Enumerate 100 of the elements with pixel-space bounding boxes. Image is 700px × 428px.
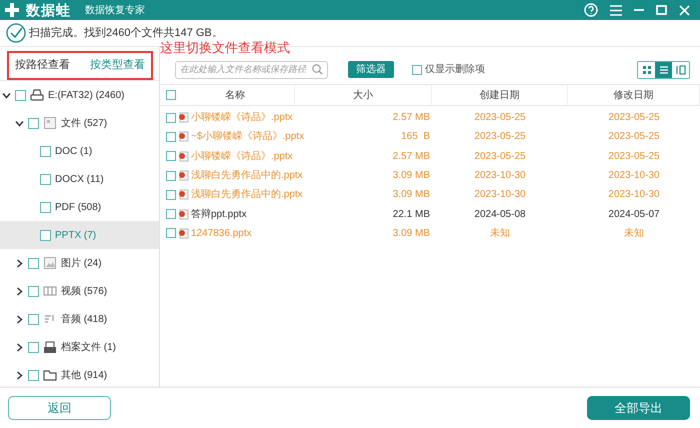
search-icon[interactable] (312, 64, 323, 75)
checkbox[interactable] (40, 230, 51, 240)
checkbox[interactable] (15, 90, 26, 100)
checkbox[interactable] (166, 190, 176, 200)
back-button[interactable]: 返回 (8, 396, 111, 420)
file-name: 浅聊白先勇作品中的.pptx (191, 168, 303, 184)
tree-label: DOCX (11) (55, 172, 104, 186)
checkbox[interactable] (40, 174, 51, 184)
checkbox[interactable] (166, 151, 176, 162)
file-size: 2.57 MB (392, 111, 430, 126)
table-row[interactable]: 浅聊白先勇作品中的.pptx 3.09 MB 2023-10-30 2023-10-30 (160, 166, 700, 186)
table-row[interactable]: 小聊镂嵘《诗品》.pptx 2.57 MB 2023-05-25 2023-05-25 (160, 146, 700, 166)
chevron-right-icon[interactable] (15, 370, 24, 380)
checkbox[interactable] (412, 64, 422, 74)
tree-label: DOC (1) (55, 144, 92, 158)
checkbox[interactable] (28, 258, 39, 268)
created-date: 2023-10-30 (474, 188, 526, 202)
filter-button[interactable]: 筛选器 (348, 61, 394, 78)
image-icon (43, 256, 57, 270)
minimize-icon[interactable] (634, 9, 644, 11)
chevron-down-icon[interactable] (15, 118, 24, 128)
tree-label: E:(FAT32) (2460) (48, 88, 125, 102)
column-header[interactable]: 名称 (176, 88, 294, 102)
checkbox[interactable] (40, 146, 51, 156)
checkbox[interactable] (28, 286, 39, 296)
modified-date: 2023-05-25 (608, 111, 660, 126)
close-icon[interactable] (679, 4, 690, 16)
file-name: ~$小聊镂嵘《诗品》.pptx (191, 130, 304, 144)
list-view-button[interactable] (655, 62, 672, 78)
tree-label: 其他 (914) (61, 368, 108, 382)
table-row[interactable]: 小聊镂嵘《诗品》.pptx 2.57 MB 2023-05-25 2023-05-25 (160, 108, 700, 128)
file-name: 浅聊白先勇作品中的.pptx (191, 188, 303, 202)
checkbox[interactable] (28, 370, 39, 380)
grid-icon (640, 64, 652, 76)
chevron-right-icon[interactable] (15, 258, 24, 268)
view-mode-tab[interactable]: 按路径查看 (15, 57, 70, 74)
table-row[interactable]: 浅聊白先勇作品中的.pptx 3.09 MB 2023-10-30 2023-10-30 (160, 185, 700, 204)
status-message: 扫描完成。找到2460个文件共147 GB。 (29, 26, 223, 41)
tree-item[interactable]: PPTX (7) (0, 221, 159, 249)
chevron-down-icon[interactable] (2, 90, 11, 100)
list-icon (658, 64, 670, 76)
column-header[interactable]: 大小 (295, 85, 432, 105)
created-date: 2023-05-25 (474, 111, 526, 126)
created-date: 2024-05-08 (474, 208, 526, 222)
created-date: 2023-10-30 (474, 169, 526, 184)
tree-label: 文件 (527) (61, 116, 108, 130)
chevron-right-icon[interactable] (15, 314, 24, 324)
checkbox[interactable] (166, 228, 176, 238)
file-size: 3.09 MB (392, 188, 430, 202)
file-size: 3.09 MB (392, 226, 430, 241)
modified-date: 2023-10-30 (608, 188, 660, 202)
view-mode-tab[interactable]: 按类型查看 (90, 57, 145, 74)
logo-icon (4, 2, 20, 18)
checkbox[interactable] (166, 209, 176, 220)
app-subtitle: 数据恢复专家 (85, 4, 145, 18)
check-circle-icon (6, 23, 26, 43)
column-header[interactable]: 创建日期 (432, 85, 568, 105)
checkbox[interactable] (28, 118, 39, 128)
checkbox-label[interactable]: 仅显示删除项 (425, 62, 485, 77)
presentation-file-icon (178, 228, 189, 239)
file-size: 165 B (401, 130, 430, 144)
checkbox[interactable] (40, 202, 51, 212)
checkbox[interactable] (166, 90, 176, 100)
checkbox[interactable] (166, 170, 176, 181)
modified-date: 2024-05-07 (608, 208, 660, 222)
drive-icon (30, 88, 44, 102)
tree-label: 音频 (418) (61, 312, 108, 326)
column-header[interactable]: 修改日期 (568, 85, 700, 105)
modified-date: 2023-05-25 (608, 150, 660, 164)
file-name: 答辩ppt.pptx (191, 208, 247, 222)
file-name: 小聊镂嵘《诗品》.pptx (191, 150, 293, 164)
tray-icon (43, 340, 57, 354)
tree-label: 视频 (576) (61, 284, 108, 298)
checkbox[interactable] (166, 112, 176, 123)
modified-date: 未知 (624, 226, 644, 241)
chevron-right-icon[interactable] (15, 286, 24, 296)
chevron-right-icon[interactable] (15, 342, 24, 352)
presentation-file-icon (178, 189, 189, 200)
folder-icon (43, 368, 57, 382)
created-date: 未知 (490, 226, 510, 241)
menu-icon[interactable] (610, 4, 622, 16)
checkbox[interactable] (28, 314, 39, 324)
file-size: 3.09 MB (392, 169, 430, 184)
table-row[interactable]: 答辩ppt.pptx 22.1 MB 2024-05-08 2024-05-07 (160, 204, 700, 224)
presentation-file-icon (178, 170, 189, 182)
table-row[interactable]: ~$小聊镂嵘《诗品》.pptx 165 B 2023-05-25 2023-05-25 (160, 127, 700, 147)
maximize-icon[interactable] (656, 5, 667, 15)
presentation-file-icon (178, 150, 189, 162)
checkbox[interactable] (166, 132, 176, 142)
tree-label: 图片 (24) (61, 256, 102, 270)
export-all-button[interactable]: 全部导出 (587, 396, 690, 420)
file-size: 22.1 MB (392, 208, 430, 222)
table-row[interactable]: 1247836.pptx 3.09 MB 未知 未知 (160, 224, 700, 244)
annotation-text: 这里切换文件查看模式 (160, 39, 290, 57)
app-name: 数据蛙 (26, 0, 71, 20)
checkbox[interactable] (28, 342, 39, 352)
help-icon[interactable] (584, 3, 598, 17)
created-date: 2023-05-25 (474, 150, 526, 164)
search-field[interactable]: 在此处输入文件名称或保存路径 (175, 60, 328, 78)
tree-label: PPTX (7) (55, 228, 96, 242)
